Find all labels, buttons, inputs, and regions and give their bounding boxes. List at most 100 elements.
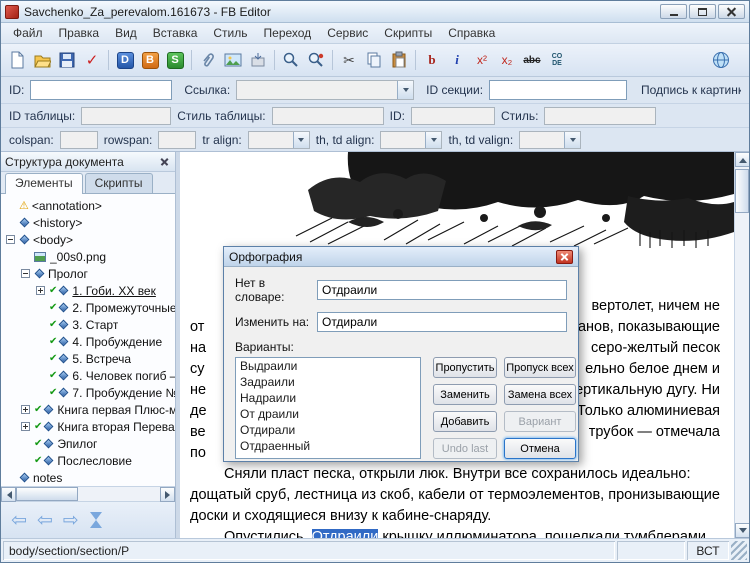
id-input[interactable] <box>30 80 172 100</box>
tree-item-section[interactable]: ✔2. Промежуточные д <box>1 299 175 316</box>
variant-option[interactable]: Надраили <box>236 390 420 406</box>
variant-option[interactable]: Задраили <box>236 374 420 390</box>
source-mode-button[interactable]: S <box>163 48 187 72</box>
tree-item-section[interactable]: ✔1. Гоби. XX век <box>1 282 175 299</box>
menu-style[interactable]: Стиль <box>205 24 255 42</box>
tree-item-section[interactable]: ✔7. Пробуждение № 2 <box>1 384 175 401</box>
variant-option[interactable]: Выдраили <box>236 358 420 374</box>
th-td-align-combobox[interactable] <box>380 131 442 149</box>
variant-option[interactable]: Отдраенный <box>236 438 420 454</box>
replace-button[interactable]: Заменить <box>433 384 497 405</box>
collapse-toggle[interactable] <box>21 269 30 278</box>
maximize-button[interactable] <box>689 4 716 19</box>
scroll-left-button[interactable] <box>1 487 16 502</box>
attach-binary-button[interactable] <box>196 48 220 72</box>
expand-toggle[interactable] <box>36 286 45 295</box>
variants-listbox[interactable]: Выдраили Задраили Надраили От драили Отд… <box>235 357 421 459</box>
tree-item-section[interactable]: ✔3. Старт <box>1 316 175 333</box>
code-button[interactable]: CODE <box>545 48 569 72</box>
tab-scripts[interactable]: Скрипты <box>85 173 153 193</box>
copy-button[interactable] <box>362 48 386 72</box>
menu-edit[interactable]: Правка <box>51 24 108 42</box>
scroll-up-button[interactable] <box>735 152 750 167</box>
back-icon[interactable]: ⇦ <box>11 511 27 530</box>
forward-icon[interactable]: ⇨ <box>63 511 79 530</box>
tr-align-combobox[interactable] <box>248 131 310 149</box>
menu-view[interactable]: Вид <box>107 24 145 42</box>
cancel-button[interactable]: Отмена <box>504 438 576 459</box>
insert-image-button[interactable] <box>221 48 245 72</box>
panel-close-button[interactable] <box>157 155 171 169</box>
tree-item-annotation[interactable]: ⚠<annotation> <box>1 197 175 214</box>
dropdown-arrow-icon[interactable] <box>397 81 413 99</box>
close-button[interactable] <box>718 4 745 19</box>
replace-button[interactable] <box>304 48 328 72</box>
scroll-down-button[interactable] <box>735 523 750 538</box>
language-button[interactable] <box>709 48 733 72</box>
replace-all-button[interactable]: Замена всех <box>504 384 576 405</box>
link-combobox[interactable] <box>236 80 414 100</box>
resize-grip[interactable] <box>731 541 747 560</box>
expand-toggle[interactable] <box>21 422 30 431</box>
variant-option[interactable]: Отдирали <box>236 422 420 438</box>
superscript-button[interactable]: x² <box>470 48 494 72</box>
tree-item-section[interactable]: ✔5. Встреча <box>1 350 175 367</box>
add-button[interactable]: Добавить <box>433 411 497 432</box>
new-document-button[interactable] <box>5 48 29 72</box>
tab-elements[interactable]: Элементы <box>5 173 83 194</box>
menu-goto[interactable]: Переход <box>256 24 320 42</box>
dropdown-arrow-icon[interactable] <box>425 132 441 148</box>
validate-button[interactable]: ✓ <box>80 48 104 72</box>
table-id-input[interactable] <box>81 107 171 125</box>
document-vertical-scrollbar[interactable] <box>734 152 749 538</box>
tree-item-notes[interactable]: notes <box>1 469 175 486</box>
tree-horizontal-scrollbar[interactable] <box>1 487 175 502</box>
cut-button[interactable]: ✂ <box>337 48 361 72</box>
menu-scripts[interactable]: Скрипты <box>376 24 440 42</box>
subscript-button[interactable]: x₂ <box>495 48 519 72</box>
tree-item-prolog[interactable]: Пролог <box>1 265 175 282</box>
dropdown-arrow-icon[interactable] <box>293 132 309 148</box>
titlebar[interactable]: Savchenko_Za_perevalom.161673 - FB Edito… <box>1 1 749 23</box>
scroll-right-button[interactable] <box>160 487 175 502</box>
tree-item-image[interactable]: _00s0.png <box>1 248 175 265</box>
dropdown-arrow-icon[interactable] <box>564 132 580 148</box>
menu-service[interactable]: Сервис <box>319 24 376 42</box>
tree-item-afterword[interactable]: ✔Послесловие <box>1 452 175 469</box>
tree-item-section[interactable]: ✔6. Человек погиб — ч <box>1 367 175 384</box>
tree-item-section[interactable]: ✔4. Пробуждение <box>1 333 175 350</box>
tree-item-epilog[interactable]: ✔Эпилог <box>1 435 175 452</box>
bold-button[interactable]: b <box>420 48 444 72</box>
scrollbar-thumb[interactable] <box>16 487 78 501</box>
expand-toggle[interactable] <box>21 405 30 414</box>
collapse-toggle[interactable] <box>6 235 15 244</box>
skip-button[interactable]: Пропустить <box>433 357 497 378</box>
open-button[interactable] <box>30 48 54 72</box>
row-id-input[interactable] <box>411 107 495 125</box>
find-button[interactable] <box>279 48 303 72</box>
italic-button[interactable]: i <box>445 48 469 72</box>
dialog-titlebar[interactable]: Орфография <box>224 247 578 267</box>
scrollbar-thumb[interactable] <box>735 169 749 213</box>
save-button[interactable] <box>55 48 79 72</box>
menu-help[interactable]: Справка <box>440 24 503 42</box>
not-in-dict-input[interactable] <box>317 280 567 300</box>
style-input[interactable] <box>544 107 656 125</box>
menu-file[interactable]: Файл <box>5 24 51 42</box>
section-id-input[interactable] <box>489 80 627 100</box>
tree-item-body[interactable]: <body> <box>1 231 175 248</box>
paste-button[interactable] <box>387 48 411 72</box>
tree-item-book1[interactable]: ✔Книга первая Плюс-мин <box>1 401 175 418</box>
rowspan-input[interactable] <box>158 131 196 149</box>
skip-all-button[interactable]: Пропуск всех <box>504 357 576 378</box>
menu-insert[interactable]: Вставка <box>145 24 206 42</box>
body-mode-button[interactable]: B <box>138 48 162 72</box>
dialog-close-button[interactable] <box>556 250 573 264</box>
back-icon[interactable]: ⇦ <box>37 511 53 530</box>
change-to-input[interactable] <box>317 312 567 332</box>
description-mode-button[interactable]: D <box>113 48 137 72</box>
strikethrough-button[interactable]: abc <box>520 48 544 72</box>
export-button[interactable] <box>246 48 270 72</box>
colspan-input[interactable] <box>60 131 98 149</box>
table-style-input[interactable] <box>272 107 384 125</box>
